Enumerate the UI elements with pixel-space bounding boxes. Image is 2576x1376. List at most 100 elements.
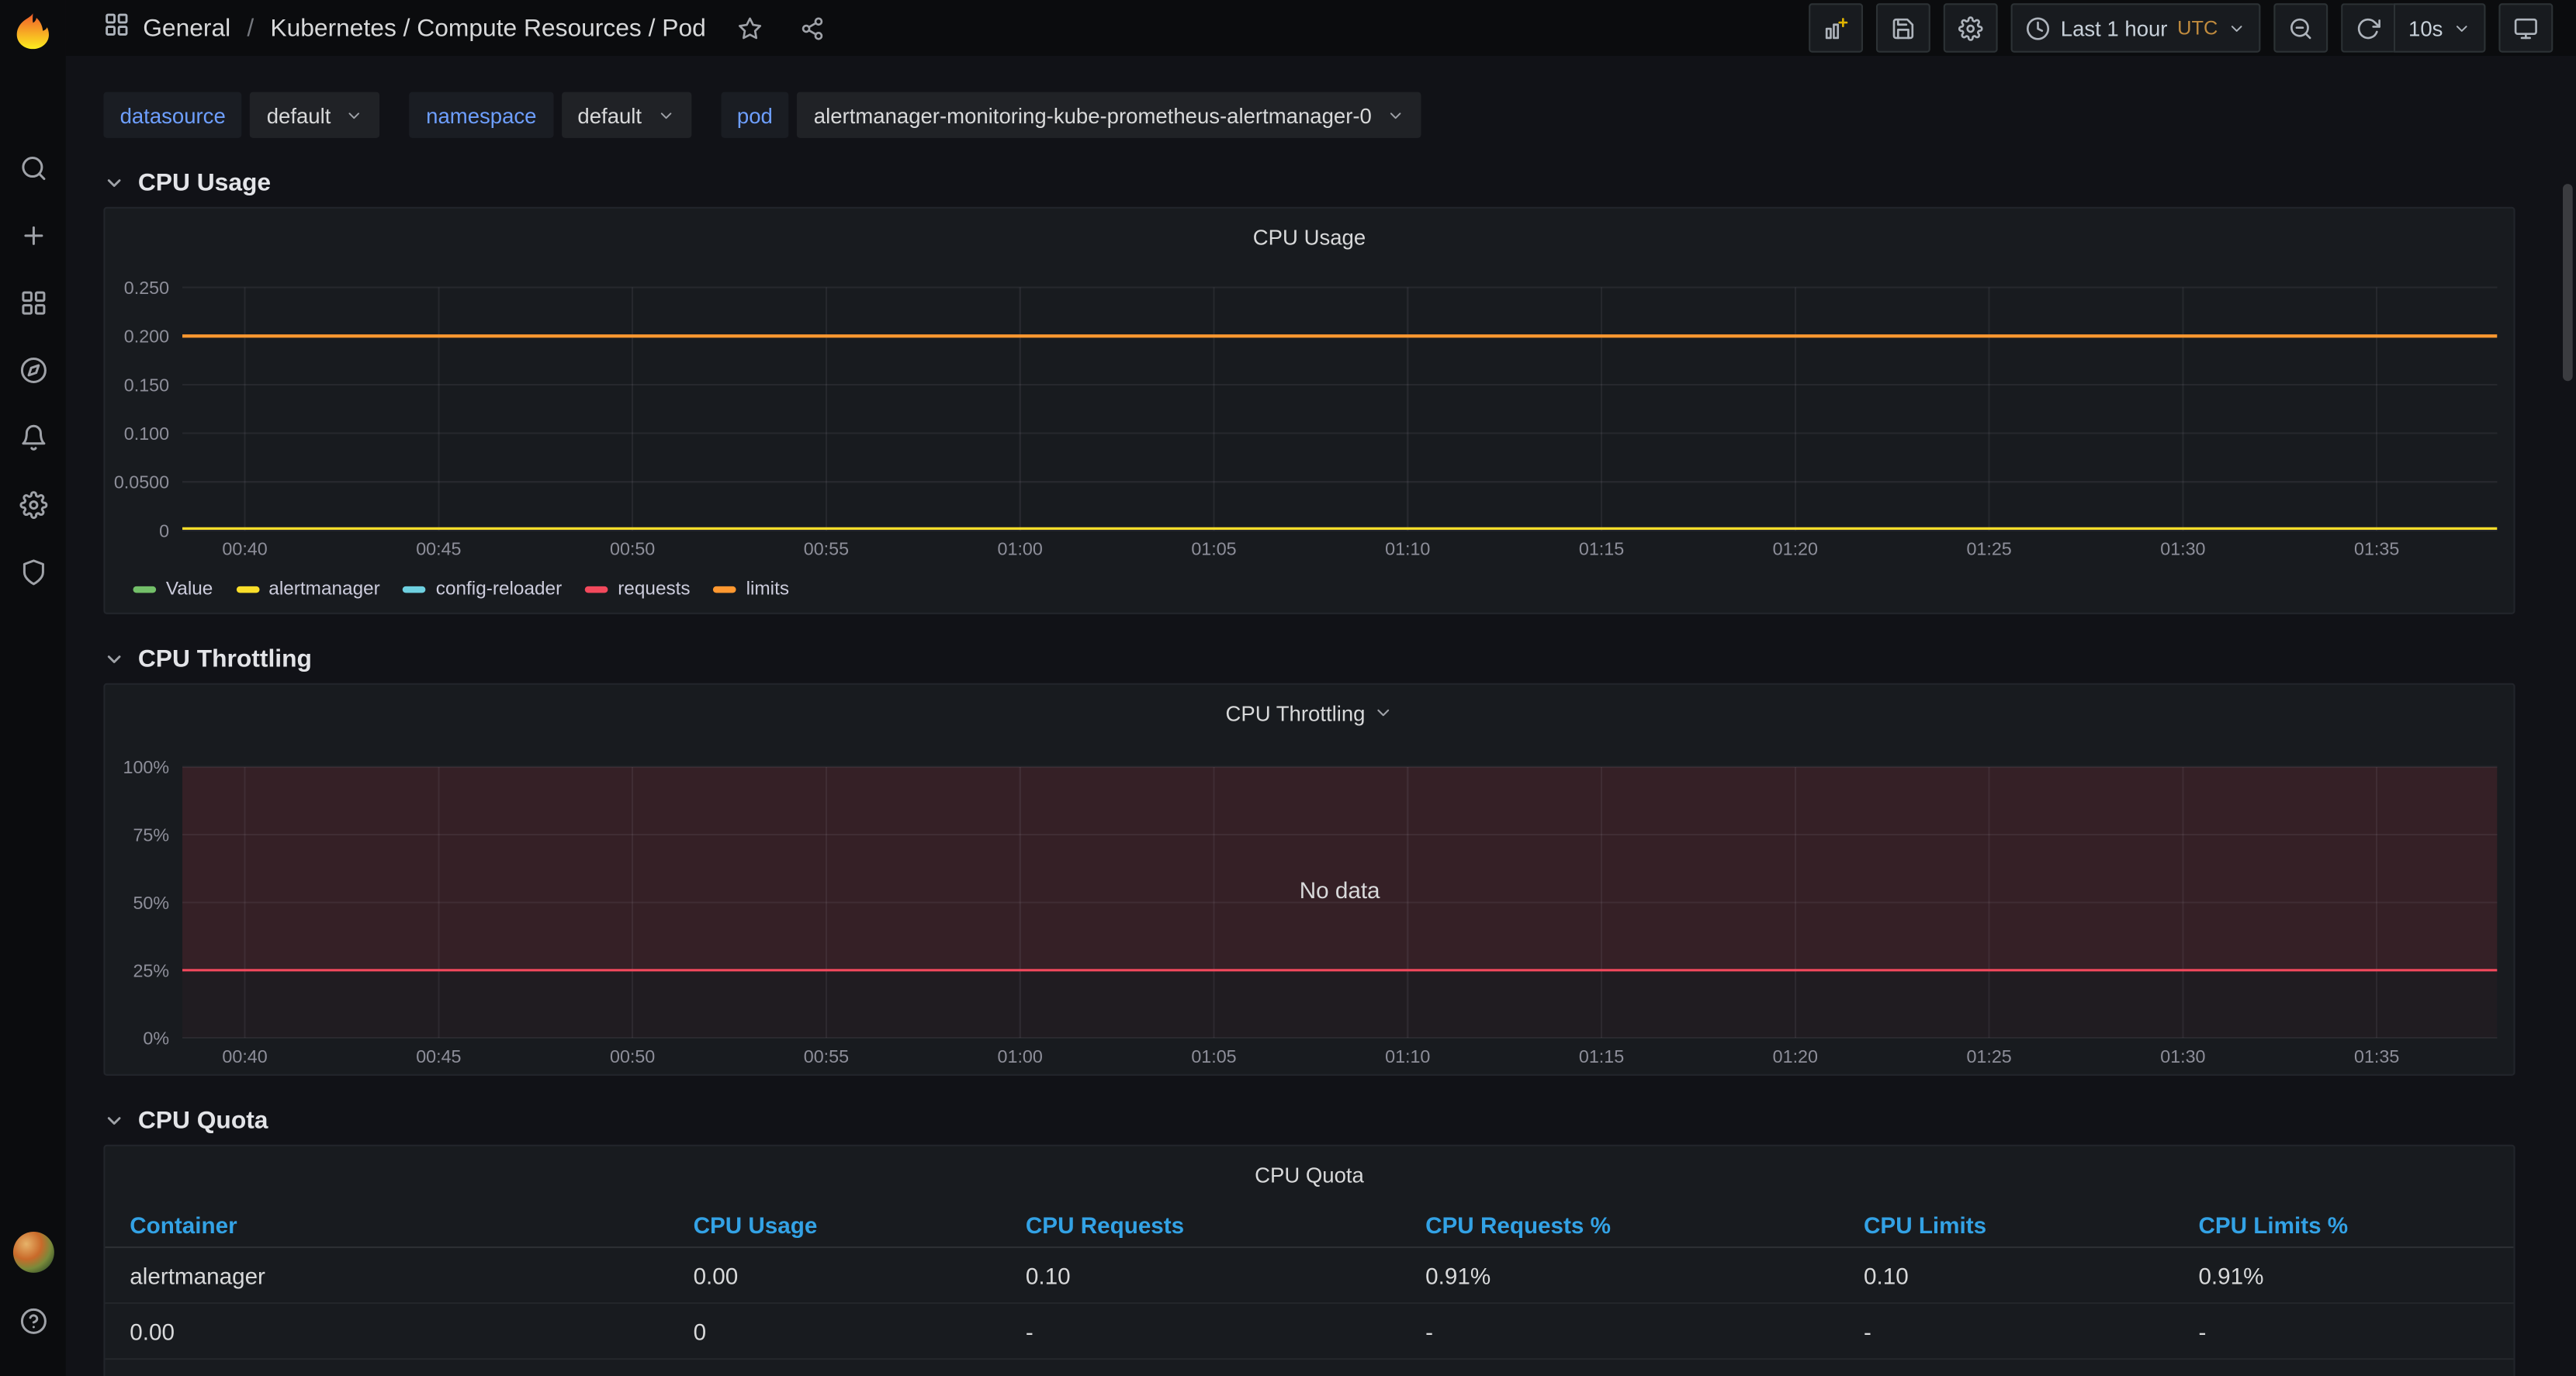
row-header-cpu-quota[interactable]: CPU Quota — [103, 1102, 2515, 1139]
search-icon[interactable] — [13, 148, 53, 188]
configuration-gear-icon[interactable] — [13, 485, 53, 524]
admin-shield-icon[interactable] — [13, 551, 53, 591]
refresh-group: 10s — [2341, 3, 2486, 53]
panel-title-cpu-quota[interactable]: CPU Quota — [106, 1146, 2514, 1202]
svg-text:01:35: 01:35 — [2354, 539, 2399, 559]
section-cpu-usage: CPU Usage CPU Usage 00:40 00:45 00:50 00:55… — [103, 164, 2515, 614]
table-cell: 0.10 — [1025, 1262, 1071, 1289]
svg-text:100%: 100% — [123, 757, 170, 777]
sidebar-bottom — [12, 1231, 54, 1340]
time-picker-button[interactable]: Last 1 hour UTC — [2011, 3, 2261, 53]
panel-cpu-quota: CPU Quota Container CPU Usage CPU Requests… — [103, 1144, 2515, 1376]
grafana-logo[interactable] — [12, 10, 54, 53]
table-cell: - — [1025, 1318, 1034, 1345]
dashboard-title[interactable]: Kubernetes / Compute Resources / Pod — [270, 14, 705, 42]
row-title: CPU Usage — [137, 168, 272, 197]
svg-text:01:25: 01:25 — [1966, 1046, 2011, 1067]
save-dashboard-button[interactable] — [1876, 3, 1931, 53]
chevron-down-icon — [349, 112, 360, 119]
table-header-cell[interactable]: CPU Limits — [1839, 1212, 2173, 1238]
variable-label: datasource — [103, 92, 242, 138]
table-row[interactable]: alertmanager 0.00 0.10 0.91% 0.10 0.91% — [105, 1248, 2514, 1305]
variable-label: pod — [720, 92, 790, 138]
chevron-down-icon — [660, 112, 671, 119]
table-header-cell[interactable]: CPU Requests — [1001, 1212, 1401, 1238]
svg-text:0.250: 0.250 — [124, 278, 169, 298]
table-row[interactable]: 0.00 0 - - - - — [105, 1304, 2514, 1360]
svg-text:0.200: 0.200 — [124, 327, 169, 347]
svg-text:0%: 0% — [143, 1029, 169, 1049]
cpu-throttling-chart[interactable]: No data 00:40 00:45 00:50 00:55 01:00 01:05 01… — [106, 741, 2514, 1074]
svg-text:0.150: 0.150 — [124, 375, 169, 395]
explore-compass-icon[interactable] — [13, 350, 53, 389]
table-cell: 0.00 — [693, 1262, 739, 1289]
legend-item-alertmanager[interactable]: alertmanager — [235, 579, 380, 600]
refresh-interval-dropdown[interactable]: 10s — [2393, 3, 2486, 53]
create-plus-icon[interactable] — [13, 215, 53, 254]
svg-text:01:20: 01:20 — [1773, 1046, 1818, 1067]
scrollbar[interactable] — [2562, 59, 2573, 1376]
apps-grid-icon — [103, 12, 130, 44]
help-icon[interactable] — [13, 1301, 53, 1340]
table-cell: - — [1864, 1318, 1871, 1345]
svg-text:00:40: 00:40 — [222, 1046, 267, 1067]
svg-text:01:05: 01:05 — [1191, 1046, 1236, 1067]
svg-text:0.0500: 0.0500 — [114, 472, 169, 493]
dashboards-grid-icon[interactable] — [13, 282, 53, 322]
alerting-bell-icon[interactable] — [13, 417, 53, 457]
variable-datasource: datasource default — [103, 92, 380, 138]
refresh-interval-value: 10s — [2408, 16, 2443, 40]
dashboard-settings-button[interactable] — [1944, 3, 1999, 53]
chevron-down-icon — [2456, 25, 2467, 31]
chevron-down-icon — [2231, 25, 2242, 31]
table-header-cell[interactable]: CPU Limits % — [2174, 1212, 2514, 1238]
star-icon[interactable] — [732, 10, 769, 47]
avatar-image — [12, 1231, 54, 1273]
row-header-cpu-usage[interactable]: CPU Usage — [103, 164, 2515, 201]
breadcrumb: General / Kubernetes / Compute Resources… — [103, 10, 830, 47]
variable-pod: pod alertmanager-monitoring-kube-prometh… — [720, 92, 1421, 138]
variable-value-dropdown[interactable]: default — [561, 92, 691, 138]
panel-title-cpu-throttling[interactable]: CPU Throttling — [106, 685, 2514, 741]
user-avatar[interactable] — [12, 1231, 54, 1273]
main-area: General / Kubernetes / Compute Resources… — [65, 0, 2576, 1376]
svg-text:00:50: 00:50 — [610, 1046, 655, 1067]
svg-text:75%: 75% — [133, 825, 169, 845]
legend-label: alertmanager — [268, 579, 380, 600]
refresh-button[interactable] — [2341, 3, 2394, 53]
legend-item-config-reloader[interactable]: config-reloader — [403, 579, 562, 600]
share-icon[interactable] — [795, 10, 831, 47]
chevron-down-icon — [107, 1116, 121, 1124]
panel-menu-chevron-icon — [1377, 709, 1390, 717]
breadcrumb-folder[interactable]: General — [143, 14, 230, 42]
sidebar — [0, 0, 66, 1376]
navbar-actions: Last 1 hour UTC 10s — [1809, 3, 2553, 53]
legend-item-limits[interactable]: limits — [713, 579, 789, 600]
scrollbar-thumb[interactable] — [2562, 184, 2573, 382]
cpu-usage-chart[interactable]: 00:40 00:45 00:50 00:55 01:00 01:05 01:10 01:15… — [106, 264, 2514, 567]
legend-label: Value — [165, 579, 213, 600]
cycle-view-mode-button[interactable] — [2498, 3, 2553, 53]
variable-value-dropdown[interactable]: alertmanager-monitoring-kube-prometheus-… — [797, 92, 1421, 138]
svg-text:0: 0 — [159, 520, 169, 541]
sidebar-menu — [13, 148, 53, 592]
svg-text:00:45: 00:45 — [416, 1046, 461, 1067]
row-header-cpu-throttling[interactable]: CPU Throttling — [103, 641, 2515, 677]
table-header-cell[interactable]: Container — [106, 1212, 669, 1238]
chevron-down-icon — [107, 178, 121, 186]
zoom-out-button[interactable] — [2273, 3, 2328, 53]
svg-text:00:55: 00:55 — [804, 539, 849, 559]
panel-title-cpu-usage[interactable]: CPU Usage — [106, 209, 2514, 264]
add-panel-button[interactable] — [1809, 3, 1864, 53]
section-cpu-quota: CPU Quota CPU Quota Container CPU Usage CP… — [103, 1102, 2515, 1376]
variable-value-dropdown[interactable]: default — [250, 92, 380, 138]
legend-item-requests[interactable]: requests — [584, 579, 691, 600]
legend-item-Value[interactable]: Value — [133, 579, 213, 600]
svg-text:01:15: 01:15 — [1579, 539, 1624, 559]
table-header-cell[interactable]: CPU Requests % — [1401, 1212, 1839, 1238]
cpu-quota-table: Container CPU Usage CPU Requests CPU Reques… — [105, 1202, 2514, 1360]
legend-swatch — [403, 586, 427, 593]
svg-text:01:00: 01:00 — [998, 1046, 1043, 1067]
table-header-cell[interactable]: CPU Usage — [669, 1212, 1001, 1238]
variable-namespace: namespace default — [410, 92, 691, 138]
